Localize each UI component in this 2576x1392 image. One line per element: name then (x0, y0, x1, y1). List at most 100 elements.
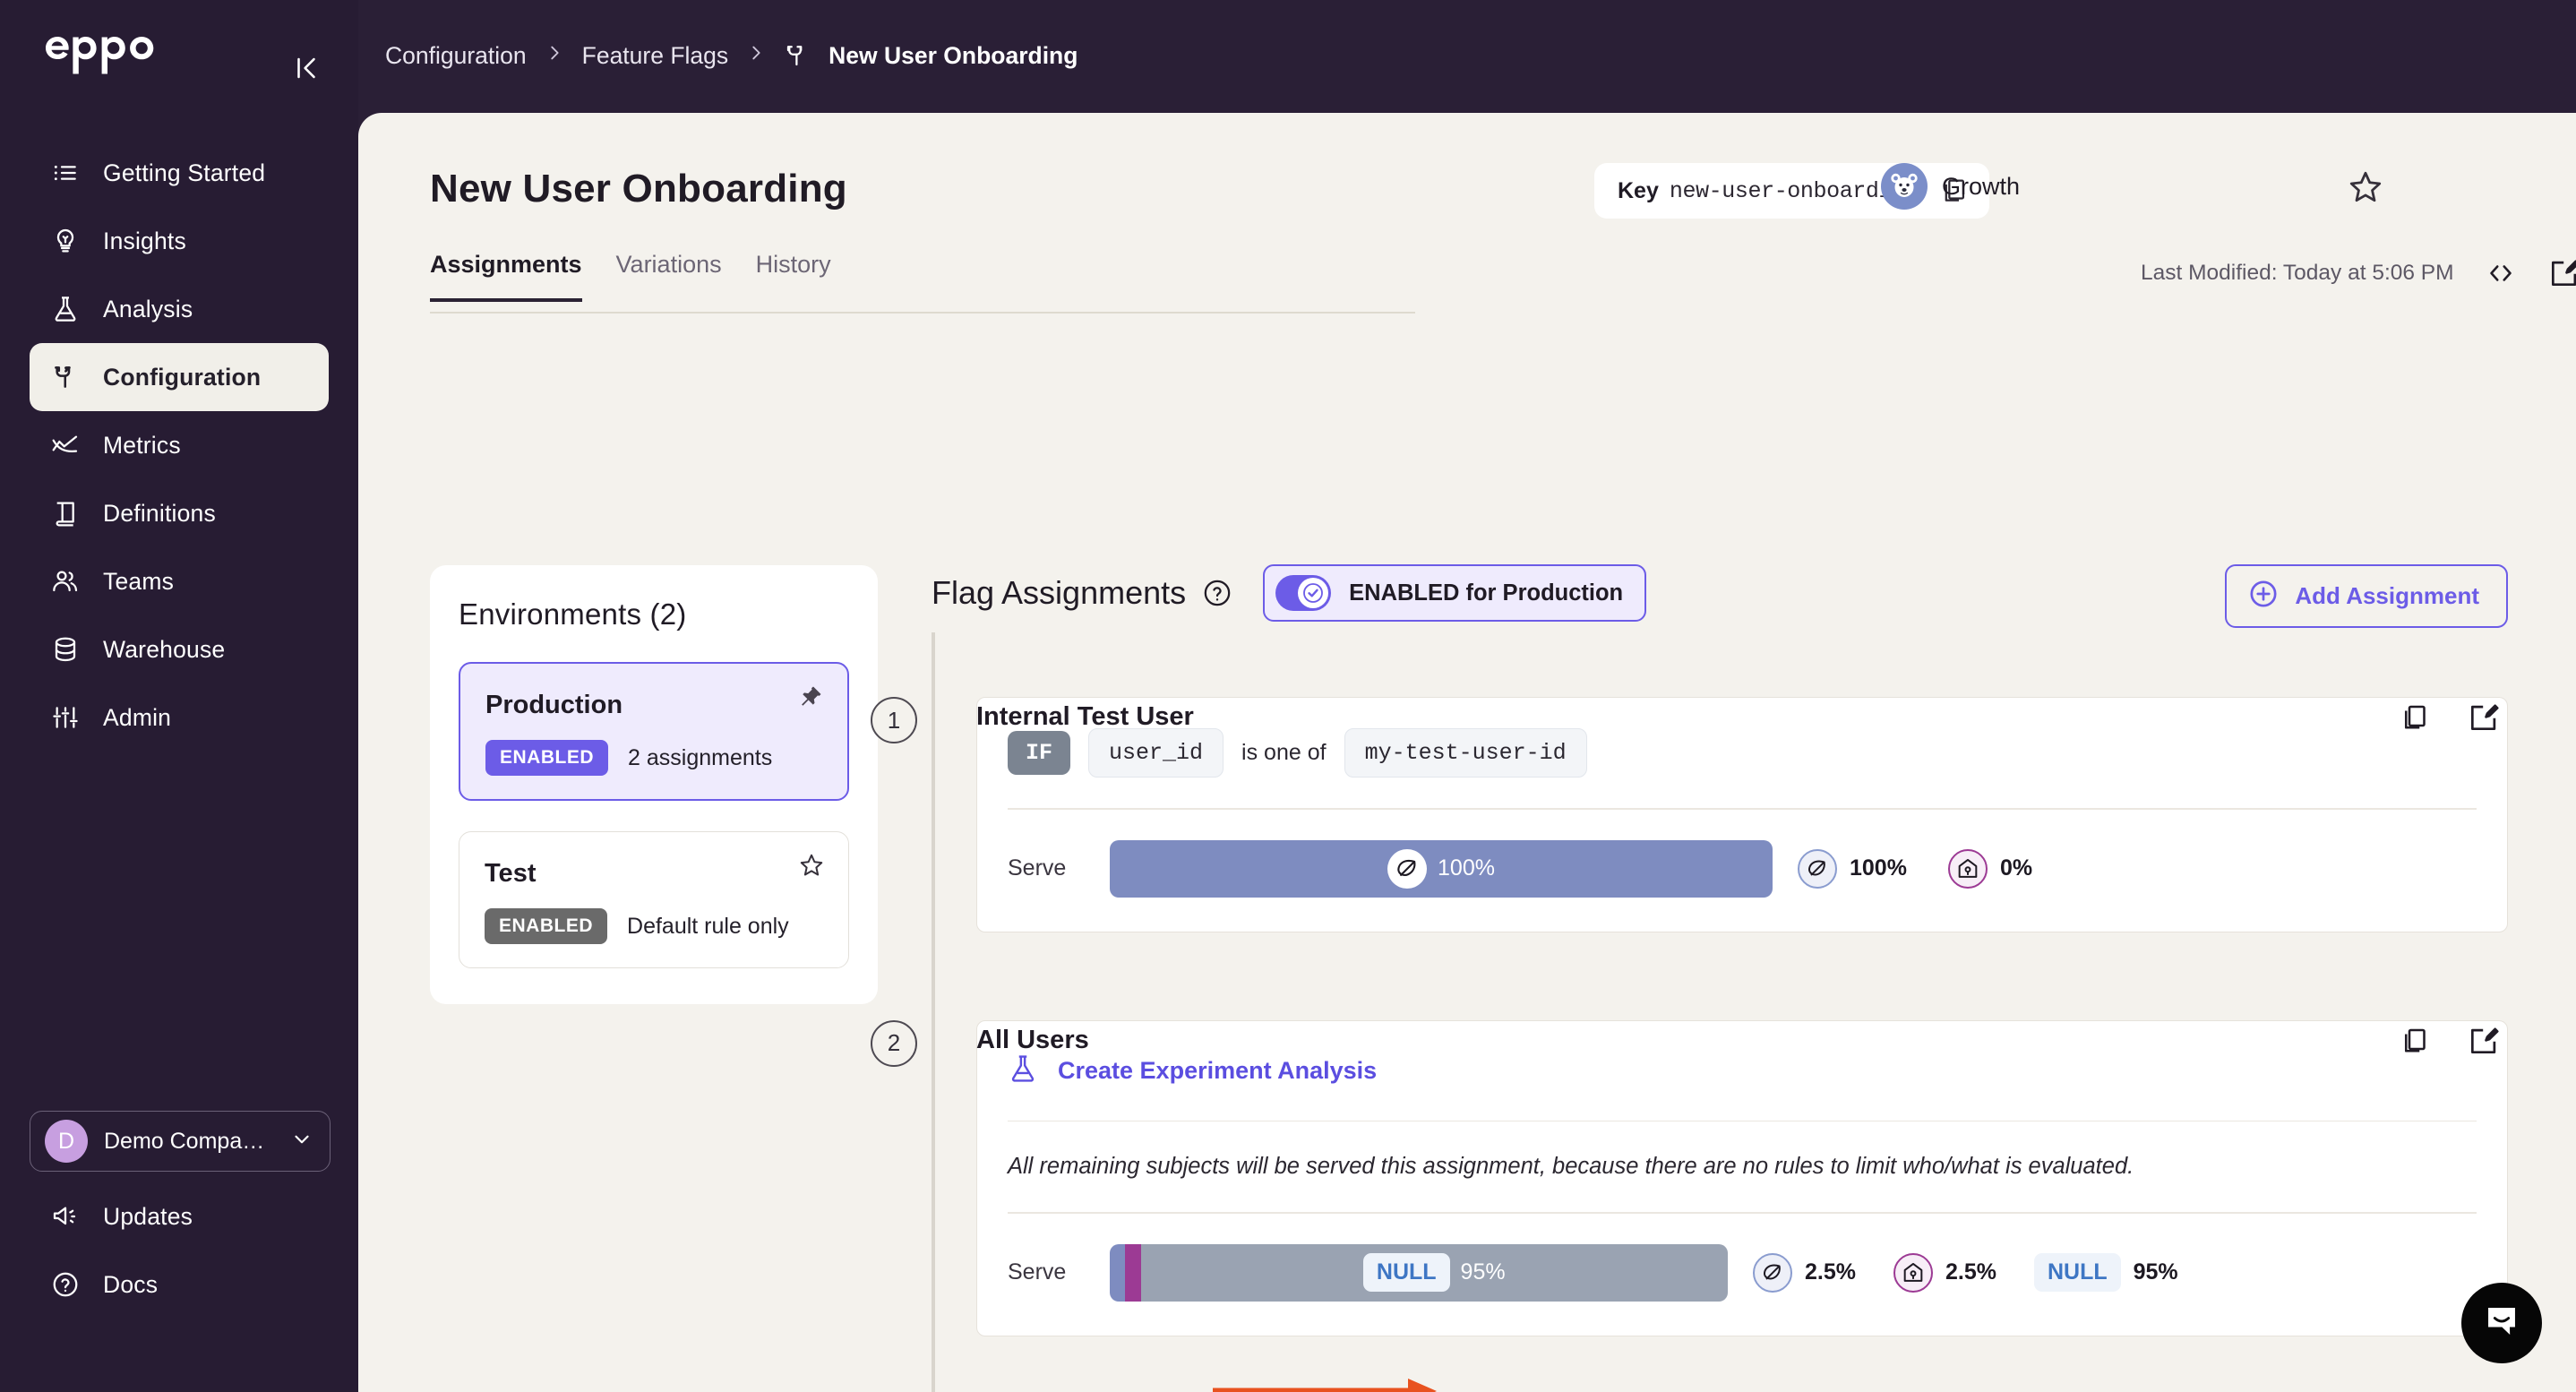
edit-square-icon[interactable] (2467, 1024, 2501, 1058)
org-avatar: D (45, 1120, 88, 1163)
tab-assignments[interactable]: Assignments (430, 251, 582, 302)
pin-icon[interactable] (797, 683, 824, 715)
code-brackets-icon[interactable] (2485, 257, 2517, 289)
edit-square-icon[interactable] (2467, 700, 2501, 735)
create-experiment-analysis-link[interactable]: Create Experiment Analysis (1008, 1021, 2477, 1121)
lightbulb-icon (49, 225, 82, 257)
enabled-for-production-toggle[interactable]: ENABLED for Production (1263, 564, 1647, 622)
environment-description: Default rule only (627, 913, 789, 939)
question-circle-icon[interactable] (1202, 578, 1232, 608)
star-outline-icon[interactable] (798, 852, 825, 883)
breadcrumb: Configuration Feature Flags New User Onb… (385, 41, 1078, 71)
sidebar-item-label: Metrics (103, 431, 181, 459)
branch-icon (784, 42, 811, 69)
chart-line-icon (49, 429, 82, 461)
rule-name: All Users (976, 1025, 1089, 1054)
legend-percent: 95% (2133, 1259, 2178, 1285)
org-selector[interactable]: D Demo Compa… (30, 1111, 331, 1172)
page-title: New User Onboarding (430, 167, 847, 211)
sidebar-item-insights[interactable]: Insights (30, 207, 329, 275)
allocation-segment-label: NULL 95% (1141, 1244, 1729, 1302)
allocation-segment-on (1125, 1243, 1141, 1302)
toggle-track (1275, 575, 1332, 611)
last-modified-text: Last Modified: Today at 5:06 PM (2141, 261, 2454, 285)
condition-operator: is one of (1241, 740, 1327, 765)
sliders-icon (49, 701, 82, 734)
rule-number: 1 (871, 697, 917, 743)
legend-percent: 0% (1999, 855, 2033, 881)
environment-name: Production (485, 691, 623, 719)
chevron-down-icon (290, 1128, 313, 1156)
assignments-title: Flag Assignments (932, 574, 1187, 611)
allocation-legend-off: 100% (1798, 848, 1907, 889)
rule-actions (2399, 1024, 2501, 1058)
chat-widget-button[interactable] (2461, 1283, 2542, 1363)
star-outline-icon[interactable] (2347, 168, 2384, 211)
breadcrumb-item-configuration[interactable]: Configuration (385, 42, 527, 70)
allocation-legend-off: 2.5% (1753, 1252, 1856, 1293)
sidebar-item-updates[interactable]: Updates (30, 1182, 329, 1250)
environment-item-test[interactable]: Test ENABLED Default rule only (459, 831, 849, 968)
tab-divider (430, 312, 1415, 314)
condition-attribute: user_id (1088, 728, 1224, 778)
copy-icon[interactable] (2399, 1024, 2431, 1058)
edit-square-icon[interactable] (2547, 256, 2576, 290)
assignments-header: Flag Assignments ENABLED for Production … (932, 559, 2508, 628)
tab-variations[interactable]: Variations (616, 251, 722, 302)
copy-icon[interactable] (2399, 700, 2431, 735)
status-badge: ENABLED (485, 908, 608, 944)
plus-circle-icon (2248, 579, 2279, 614)
house-icon (1893, 1252, 1933, 1293)
sidebar-item-admin[interactable]: Admin (30, 683, 329, 752)
sidebar-nav: Getting Started Insights Analysis Config… (0, 139, 358, 752)
sidebar-item-definitions[interactable]: Definitions (30, 479, 329, 547)
allocation-legend-null: NULL 95% (2033, 1253, 2178, 1292)
allocation-bar[interactable]: NULL 95% (1110, 1243, 1729, 1302)
status-badge: ENABLED (485, 740, 609, 776)
sidebar-item-warehouse[interactable]: Warehouse (30, 615, 329, 683)
sidebar-item-label: Warehouse (103, 635, 226, 663)
house-icon (1947, 848, 1988, 889)
sidebar-item-label: Teams (103, 567, 175, 595)
breadcrumb-item-feature-flags[interactable]: Feature Flags (582, 42, 729, 70)
sidebar-item-configuration[interactable]: Configuration (30, 343, 329, 411)
sidebar: Getting Started Insights Analysis Config… (0, 0, 358, 1392)
org-name: Demo Compa… (104, 1128, 265, 1154)
main-panel: New User Onboarding Key new-user-onboard… (358, 113, 2576, 1392)
breadcrumb-item-current: New User Onboarding (829, 41, 1078, 69)
rule-card: IF user_id is one of my-test-user-id Ser… (976, 697, 2508, 932)
flag-key-label: Key (1618, 177, 1659, 203)
bear-avatar-icon (1881, 163, 1928, 210)
rule-number: 2 (871, 1019, 917, 1067)
environment-status-row: ENABLED 2 assignments (485, 740, 822, 776)
check-circle-icon (1298, 578, 1329, 608)
allocation-segment-label: 100% (1110, 840, 1773, 898)
add-assignment-button[interactable]: Add Assignment (2225, 564, 2508, 628)
sidebar-item-getting-started[interactable]: Getting Started (30, 139, 329, 207)
environment-item-production[interactable]: Production ENABLED 2 assignments (459, 662, 849, 801)
team-chip[interactable]: Growth (1881, 163, 2020, 210)
eppo-logo[interactable] (38, 28, 199, 74)
list-icon (49, 157, 82, 189)
branch-icon (49, 361, 82, 393)
allocation-bar[interactable]: 100% (1110, 839, 1773, 898)
environments-card: Environments (2) Production ENABLED 2 as… (430, 565, 878, 1004)
breadcrumb-separator (746, 41, 766, 71)
if-chip: IF (1008, 731, 1071, 775)
rule-note: All remaining subjects will be served th… (1008, 1154, 2134, 1179)
sidebar-item-teams[interactable]: Teams (30, 547, 329, 615)
condition-value: my-test-user-id (1344, 728, 1587, 778)
sidebar-item-analysis[interactable]: Analysis (30, 275, 329, 343)
allocation-percent: 95% (1460, 1259, 1506, 1285)
create-experiment-analysis-label: Create Experiment Analysis (1058, 1056, 1378, 1084)
tab-history[interactable]: History (756, 251, 831, 302)
tab-bar: Assignments Variations History (430, 251, 831, 302)
sidebar-item-label: Analysis (103, 295, 193, 322)
sidebar-item-docs[interactable]: Docs (30, 1250, 329, 1319)
environment-status-row: ENABLED Default rule only (485, 908, 823, 944)
top-bar: Configuration Feature Flags New User Onb… (358, 0, 2576, 111)
sidebar-item-label: Definitions (103, 499, 216, 527)
collapse-sidebar-icon[interactable] (287, 48, 326, 88)
null-badge: NULL (1362, 1253, 1450, 1292)
sidebar-item-metrics[interactable]: Metrics (30, 411, 329, 479)
